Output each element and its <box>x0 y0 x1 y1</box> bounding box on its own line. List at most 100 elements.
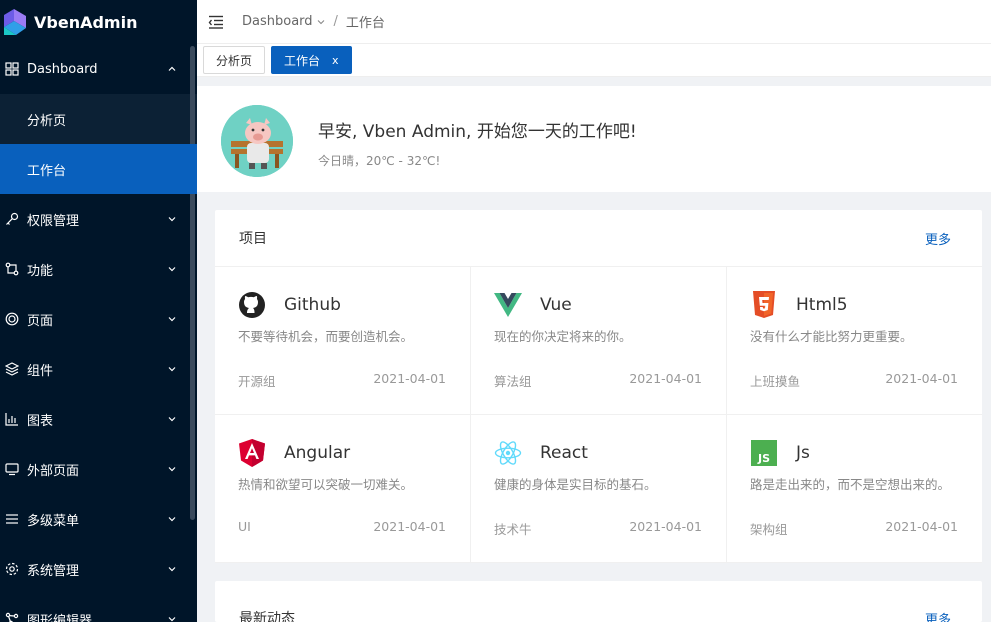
chevron-down-icon <box>168 467 176 472</box>
components-icon <box>4 361 20 377</box>
sidebar-item-label: 页面 <box>27 313 54 329</box>
project-item-html5[interactable]: Html5 没有什么才能比努力更重要。 上班摸鱼 2021-04-01 <box>727 267 982 415</box>
project-date: 2021-04-01 <box>373 519 446 534</box>
project-date: 2021-04-01 <box>629 519 702 534</box>
activity-card-header: 最新动态 更多 <box>215 581 982 622</box>
sidebar-item-label: 组件 <box>27 363 54 379</box>
sidebar-item-page[interactable]: 页面 <box>0 294 197 344</box>
project-item-react[interactable]: React 健康的身体是实目标的基石。 技术牛 2021-04-01 <box>471 415 727 563</box>
sidebar-item-permission[interactable]: 权限管理 <box>0 194 197 244</box>
more-link[interactable]: 更多 <box>925 609 958 622</box>
sidebar-item-chart[interactable]: 图表 <box>0 394 197 444</box>
project-group: 算法组 <box>494 374 532 389</box>
project-name: Angular <box>284 443 351 463</box>
project-group: UI <box>238 519 251 534</box>
greeting-weather: 今日晴，20℃ - 32℃! <box>318 154 441 168</box>
project-name: React <box>540 443 588 463</box>
chevron-down-icon <box>168 367 176 372</box>
breadcrumb: Dashboard / 工作台 <box>242 12 385 31</box>
project-grid: Github 不要等待机会，而要创造机会。 开源组 2021-04-01 Vue… <box>215 267 982 563</box>
tab-analysis[interactable]: 分析页 <box>203 46 266 74</box>
chevron-up-icon <box>168 66 176 71</box>
projects-card: 项目 更多 Github 不要等待机会，而要创造机会。 开源组 2021-04-… <box>215 210 982 563</box>
chart-icon <box>4 411 20 427</box>
graph-icon <box>4 611 20 622</box>
tab-bar: 分析页 工作台 x <box>197 44 991 77</box>
project-desc: 路是走出来的，而不是空想出来的。 <box>750 477 951 492</box>
sidebar-item-label: 工作台 <box>27 163 67 179</box>
card-title: 项目 <box>239 231 267 247</box>
chevron-down-icon <box>168 567 176 572</box>
key-icon <box>4 211 20 227</box>
close-icon[interactable]: x <box>332 54 339 67</box>
project-date: 2021-04-01 <box>629 371 702 386</box>
sidebar-item-label: 功能 <box>27 263 54 279</box>
activity-card: 最新动态 更多 <box>215 581 982 622</box>
dashboard-icon <box>4 61 20 77</box>
menu-icon <box>4 511 20 527</box>
project-item-github[interactable]: Github 不要等待机会，而要创造机会。 开源组 2021-04-01 <box>215 267 471 415</box>
gear-icon <box>4 561 20 577</box>
chevron-down-icon[interactable] <box>316 17 326 27</box>
logo[interactable]: VbenAdmin <box>0 0 197 44</box>
menu-fold-icon[interactable] <box>207 13 225 31</box>
breadcrumb-separator: / <box>333 14 338 29</box>
chevron-down-icon <box>168 517 176 522</box>
chevron-down-icon <box>168 217 176 222</box>
projects-card-header: 项目 更多 <box>215 210 982 267</box>
project-name: Html5 <box>796 295 848 315</box>
vben-logo-icon <box>4 9 26 35</box>
project-date: 2021-04-01 <box>373 371 446 386</box>
header: Dashboard / 工作台 <box>197 0 991 44</box>
sidebar-item-label: 系统管理 <box>27 563 80 579</box>
angular-icon <box>238 439 266 467</box>
sidebar-item-dashboard[interactable]: Dashboard <box>0 44 197 94</box>
project-item-angular[interactable]: Angular 热情和欲望可以突破一切难关。 UI 2021-04-01 <box>215 415 471 563</box>
sidebar-item-components[interactable]: 组件 <box>0 344 197 394</box>
chevron-down-icon <box>168 417 176 422</box>
sidebar-item-system[interactable]: 系统管理 <box>0 544 197 594</box>
project-desc: 健康的身体是实目标的基石。 <box>494 477 657 492</box>
project-desc: 现在的你决定将来的你。 <box>494 329 632 344</box>
app-name: VbenAdmin <box>34 12 138 32</box>
sidebar-item-label: 图形编辑器 <box>27 613 93 622</box>
sidebar-item-label: 图表 <box>27 413 54 429</box>
react-icon <box>494 439 522 467</box>
html5-icon <box>750 291 778 319</box>
project-date: 2021-04-01 <box>885 371 958 386</box>
vue-icon <box>494 291 522 319</box>
chevron-down-icon <box>168 267 176 272</box>
project-group: 上班摸鱼 <box>750 374 801 389</box>
project-group: 技术牛 <box>494 522 532 537</box>
more-link[interactable]: 更多 <box>925 229 958 248</box>
chevron-down-icon <box>168 617 176 622</box>
svg-text:JS: JS <box>757 452 770 465</box>
page-icon <box>4 311 20 327</box>
project-name: Vue <box>540 295 572 315</box>
breadcrumb-item-workbench: 工作台 <box>345 16 385 31</box>
sidebar-item-label: 外部页面 <box>27 463 80 479</box>
sidebar-item-workbench[interactable]: 工作台 <box>0 144 197 194</box>
project-name: Github <box>284 295 341 315</box>
sidebar-item-external[interactable]: 外部页面 <box>0 444 197 494</box>
sidebar-item-analysis[interactable]: 分析页 <box>0 94 197 144</box>
greeting-title: 早安, Vben Admin, 开始您一天的工作吧! <box>318 122 637 142</box>
monitor-icon <box>4 461 20 477</box>
project-group: 架构组 <box>750 522 788 537</box>
project-date: 2021-04-01 <box>885 519 958 534</box>
project-desc: 不要等待机会，而要创造机会。 <box>238 329 414 344</box>
project-item-js[interactable]: JS Js 路是走出来的，而不是空想出来的。 架构组 2021-04-01 <box>727 415 982 563</box>
tab-workbench[interactable]: 工作台 x <box>271 46 352 74</box>
sidebar: VbenAdmin Dashboard 分析页 工作台 权限管理 功能 页面 组… <box>0 0 197 622</box>
project-item-vue[interactable]: Vue 现在的你决定将来的你。 算法组 2021-04-01 <box>471 267 727 415</box>
sidebar-item-label: 权限管理 <box>27 213 80 229</box>
tab-label: 工作台 <box>284 53 321 68</box>
project-desc: 没有什么才能比努力更重要。 <box>750 329 913 344</box>
sidebar-item-label: 分析页 <box>27 113 67 129</box>
tab-label: 分析页 <box>216 53 253 68</box>
sidebar-item-function[interactable]: 功能 <box>0 244 197 294</box>
sidebar-item-graph-editor[interactable]: 图形编辑器 <box>0 594 197 622</box>
breadcrumb-item-dashboard[interactable]: Dashboard <box>242 14 313 29</box>
sidebar-item-multi-menu[interactable]: 多级菜单 <box>0 494 197 544</box>
avatar <box>221 105 293 177</box>
